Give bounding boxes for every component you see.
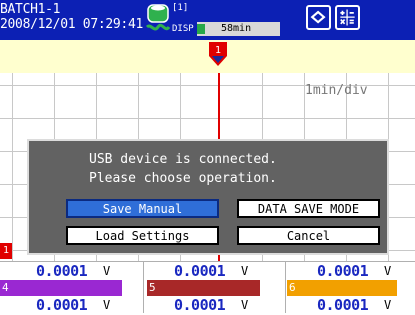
load-settings-button[interactable]: Load Settings	[66, 226, 219, 245]
save-manual-button[interactable]: Save Manual	[66, 199, 219, 218]
grid-line	[0, 118, 415, 119]
channel-3-value: 0.0001	[317, 262, 369, 280]
channel-2-value: 0.0001	[174, 262, 226, 280]
grid-line	[12, 73, 13, 261]
channel-value-cell: 0.0001 V	[285, 262, 415, 281]
status-bar: BATCH1-1 2008/12/01 07:29:41 [1] DISP 58…	[0, 0, 415, 40]
batch-name: BATCH1-1	[0, 2, 61, 17]
channel-5-value: 0.0001	[174, 296, 226, 314]
channel-1-marker: 1	[0, 243, 12, 259]
time-scale-label: 1min/div	[305, 83, 368, 98]
memory-status-icon	[145, 4, 171, 31]
time-div-label: 58min	[221, 23, 252, 34]
channel-value-cell: 0.0001 V	[143, 262, 281, 281]
channel-value-cell: 0.0001 V	[0, 262, 138, 281]
cancel-button[interactable]: Cancel	[237, 226, 380, 245]
channel-6-unit: V	[384, 298, 392, 312]
time-progress	[197, 24, 205, 34]
channel-5-unit: V	[241, 298, 249, 312]
usb-dialog: USB device is connected. Please choose o…	[27, 139, 389, 255]
channel-2-unit: V	[241, 264, 249, 278]
data-save-mode-button[interactable]: DATA SAVE MODE	[237, 199, 380, 218]
datetime: 2008/12/01 07:29:41	[0, 17, 144, 32]
dialog-message-line1: USB device is connected.	[89, 152, 277, 167]
marker-1-icon: 1	[209, 42, 227, 66]
channel-1-value: 0.0001	[36, 262, 88, 280]
channel-4-unit: V	[103, 298, 111, 312]
math-icon[interactable]	[335, 5, 360, 30]
channel-4-bar: 4	[0, 280, 122, 296]
channel-value-cell: 0.0001 V	[285, 296, 415, 315]
channel-4-value: 0.0001	[36, 296, 88, 314]
channel-6-bar: 6	[287, 280, 397, 296]
marker-number: 1	[215, 45, 221, 56]
channel-3-unit: V	[384, 264, 392, 278]
dialog-message-line2: Please choose operation.	[89, 171, 277, 186]
channel-5-bar: 5	[147, 280, 260, 296]
time-div-box: 58min	[197, 22, 280, 36]
group-tag: [1]	[172, 3, 189, 13]
channel-value-cell: 0.0001 V	[0, 296, 138, 315]
channel-value-cell: 0.0001 V	[143, 296, 281, 315]
channel-1-unit: V	[103, 264, 111, 278]
status-view-icon[interactable]	[306, 5, 331, 30]
disp-label: DISP	[172, 24, 194, 34]
channel-6-value: 0.0001	[317, 296, 369, 314]
batch-datetime: BATCH1-1 2008/12/01 07:29:41	[0, 2, 143, 32]
